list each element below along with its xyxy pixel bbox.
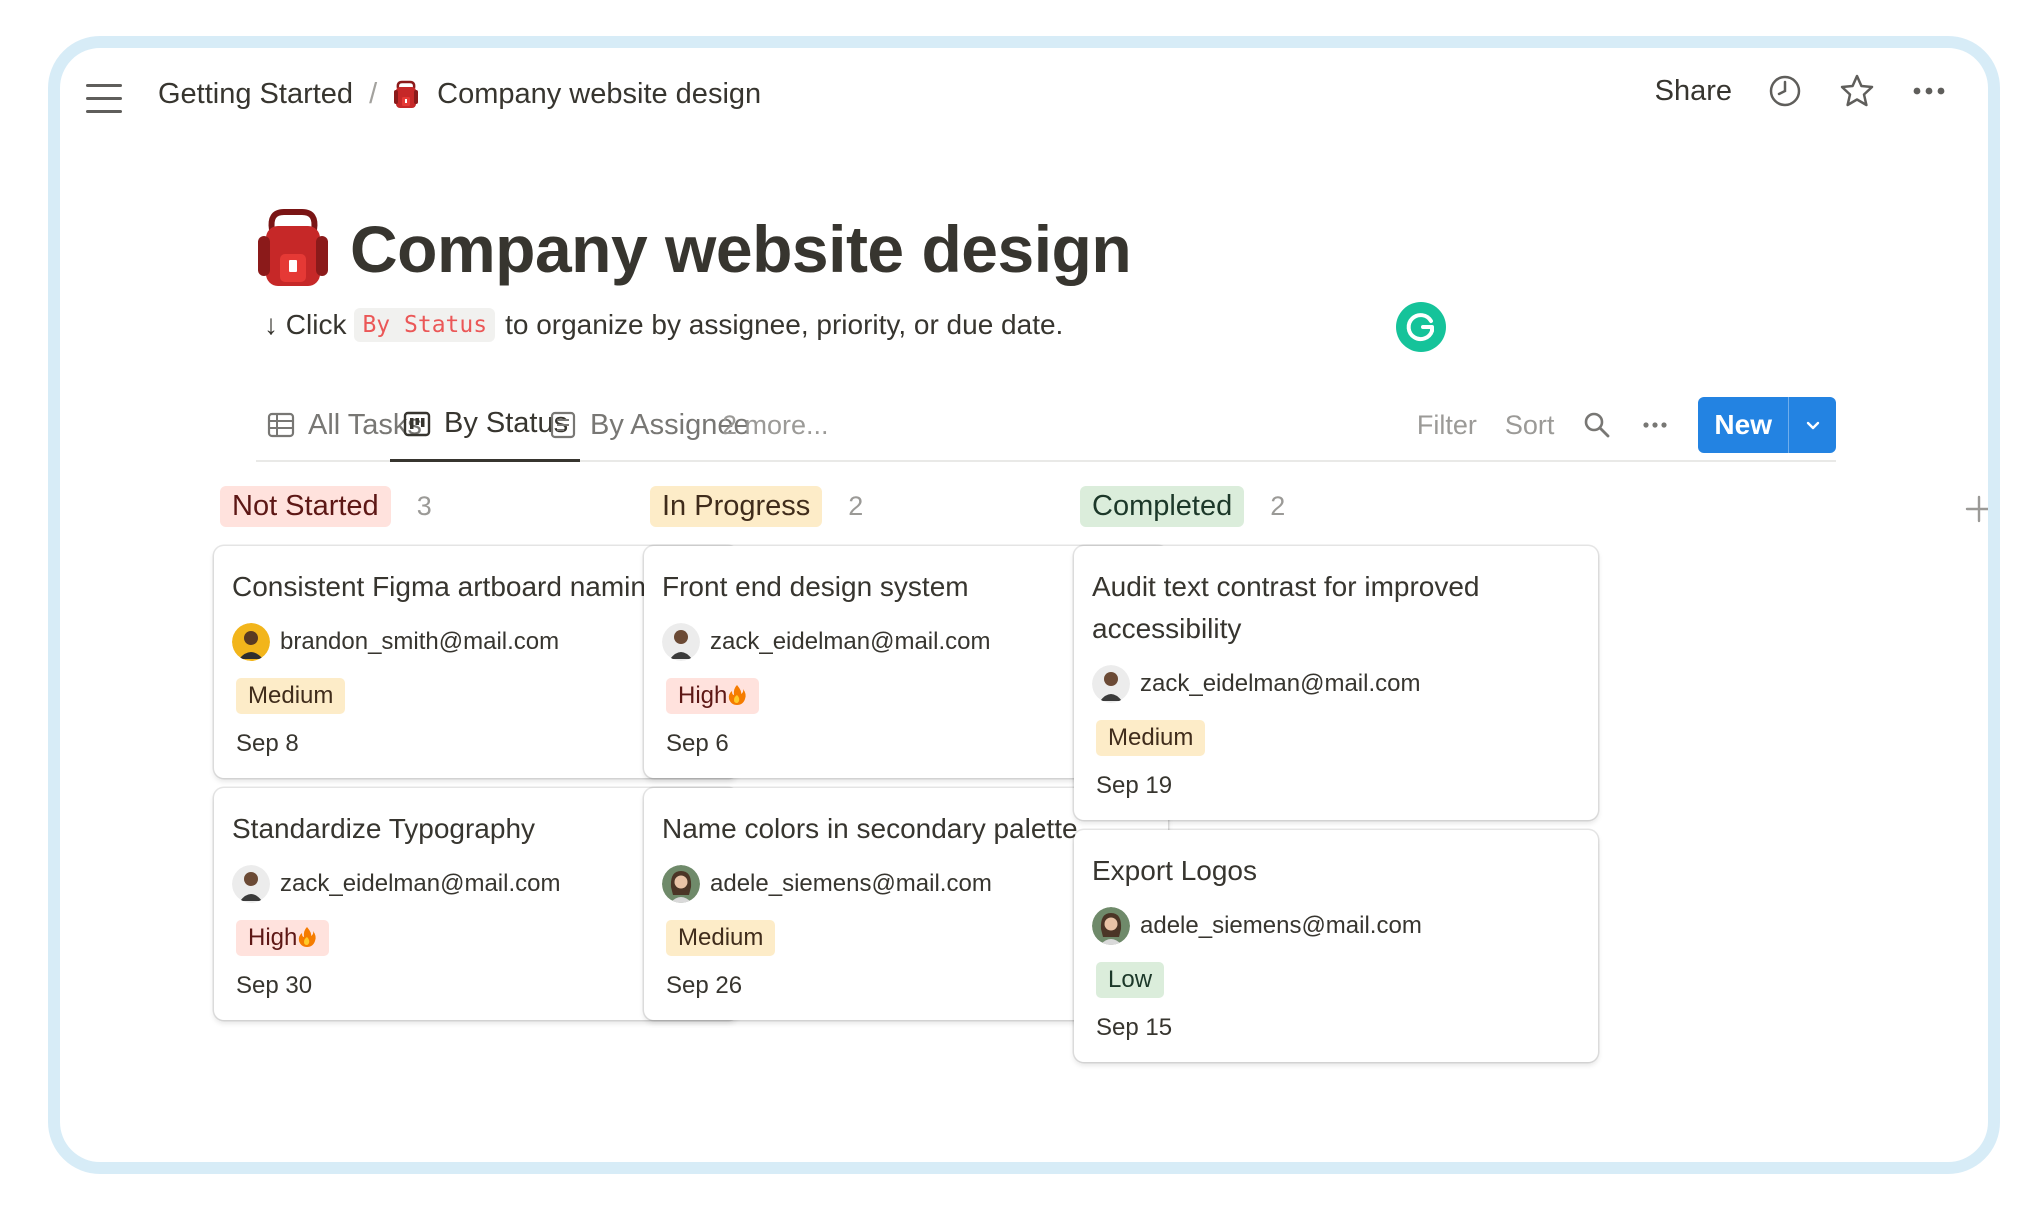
- header-actions: Share: [1655, 72, 1948, 110]
- task-card[interactable]: Audit text contrast for improved accessi…: [1074, 546, 1598, 820]
- assignee-email: zack_eidelman@mail.com: [1140, 670, 1421, 697]
- tab-by-assignee[interactable]: By Assignee: [548, 388, 750, 462]
- due-date: Sep 19: [1096, 772, 1173, 799]
- assignee-email: zack_eidelman@mail.com: [710, 628, 991, 655]
- page-hint: ↓ Click By Status to organize by assigne…: [264, 308, 1063, 342]
- filter-button[interactable]: Filter: [1417, 410, 1477, 441]
- list-icon: [550, 411, 576, 439]
- board-column-completed: Completed 2 Audit text contrast for impr…: [1074, 478, 1598, 1072]
- view-toolbar: Filter Sort New: [1417, 388, 1836, 462]
- breadcrumb-separator: /: [369, 78, 378, 110]
- more-horizontal-icon[interactable]: [1910, 72, 1948, 110]
- clock-icon[interactable]: [1766, 72, 1804, 110]
- hint-code: By Status: [354, 308, 496, 342]
- assignee-email: adele_siemens@mail.com: [1140, 912, 1422, 939]
- column-count: 2: [848, 490, 864, 521]
- avatar: [232, 623, 270, 661]
- fire-icon: [299, 927, 317, 947]
- priority-badge: Medium: [1096, 720, 1206, 756]
- column-count: 3: [416, 490, 432, 521]
- card-title: Audit text contrast for improved accessi…: [1092, 571, 1480, 644]
- avatar: [662, 623, 700, 661]
- assignee-email: brandon_smith@mail.com: [280, 628, 560, 655]
- red-backpack-icon: [394, 80, 419, 108]
- top-bar: Getting Started / Company website design…: [60, 48, 1988, 168]
- breadcrumb-parent[interactable]: Getting Started: [158, 78, 353, 111]
- page-title[interactable]: Company website design: [350, 211, 1132, 287]
- priority-badge: Medium: [236, 678, 346, 714]
- red-backpack-icon[interactable]: [256, 208, 330, 290]
- breadcrumb: Getting Started / Company website design: [158, 78, 761, 111]
- chevron-down-icon[interactable]: [1788, 397, 1836, 453]
- card-title: Export Logos: [1092, 855, 1257, 886]
- breadcrumb-current[interactable]: Company website design: [437, 78, 761, 111]
- star-icon[interactable]: [1838, 72, 1876, 110]
- status-badge[interactable]: Not Started: [220, 485, 391, 527]
- column-header: Completed 2: [1074, 478, 1598, 534]
- card-assignee: zack_eidelman@mail.com: [1092, 662, 1580, 706]
- assignee-email: adele_siemens@mail.com: [710, 870, 992, 897]
- priority-badge: High: [236, 920, 330, 956]
- new-button-label: New: [1714, 409, 1772, 440]
- column-count: 2: [1270, 490, 1286, 521]
- priority-label: High: [678, 682, 728, 709]
- page-header: Company website design: [256, 208, 1132, 290]
- hint-suffix: to organize by assignee, priority, or du…: [505, 309, 1064, 340]
- more-horizontal-icon[interactable]: [1640, 410, 1670, 440]
- priority-badge: Low: [1096, 962, 1165, 998]
- hint-prefix: ↓ Click: [264, 309, 347, 340]
- search-icon[interactable]: [1582, 410, 1612, 440]
- priority-badge: Medium: [666, 920, 776, 956]
- avatar: [1092, 907, 1130, 945]
- sort-button[interactable]: Sort: [1505, 410, 1555, 441]
- avatar: [662, 865, 700, 903]
- assignee-email: zack_eidelman@mail.com: [280, 870, 561, 897]
- task-card[interactable]: Export Logos adele_siemens@mail.com Low …: [1074, 830, 1598, 1062]
- new-button[interactable]: New: [1698, 397, 1836, 453]
- tabs-more-button[interactable]: 2 more...: [722, 388, 829, 462]
- due-date: Sep 15: [1096, 1014, 1173, 1041]
- board-icon: [403, 411, 431, 436]
- table-icon: [267, 412, 295, 438]
- avatar: [1092, 665, 1130, 703]
- menu-icon[interactable]: [86, 84, 122, 114]
- status-badge[interactable]: Completed: [1080, 485, 1245, 527]
- view-tabs: All Tasks By Status By Assignee 2 more..…: [256, 388, 1836, 462]
- share-button[interactable]: Share: [1655, 75, 1732, 108]
- priority-label: High: [248, 924, 298, 951]
- grammarly-icon[interactable]: [1396, 302, 1446, 352]
- card-assignee: adele_siemens@mail.com: [1092, 904, 1580, 948]
- plus-icon[interactable]: [1964, 494, 1994, 524]
- app-window: Getting Started / Company website design…: [48, 36, 2000, 1174]
- avatar: [232, 865, 270, 903]
- priority-badge: High: [666, 678, 760, 714]
- fire-icon: [729, 685, 747, 705]
- status-badge[interactable]: In Progress: [650, 485, 823, 527]
